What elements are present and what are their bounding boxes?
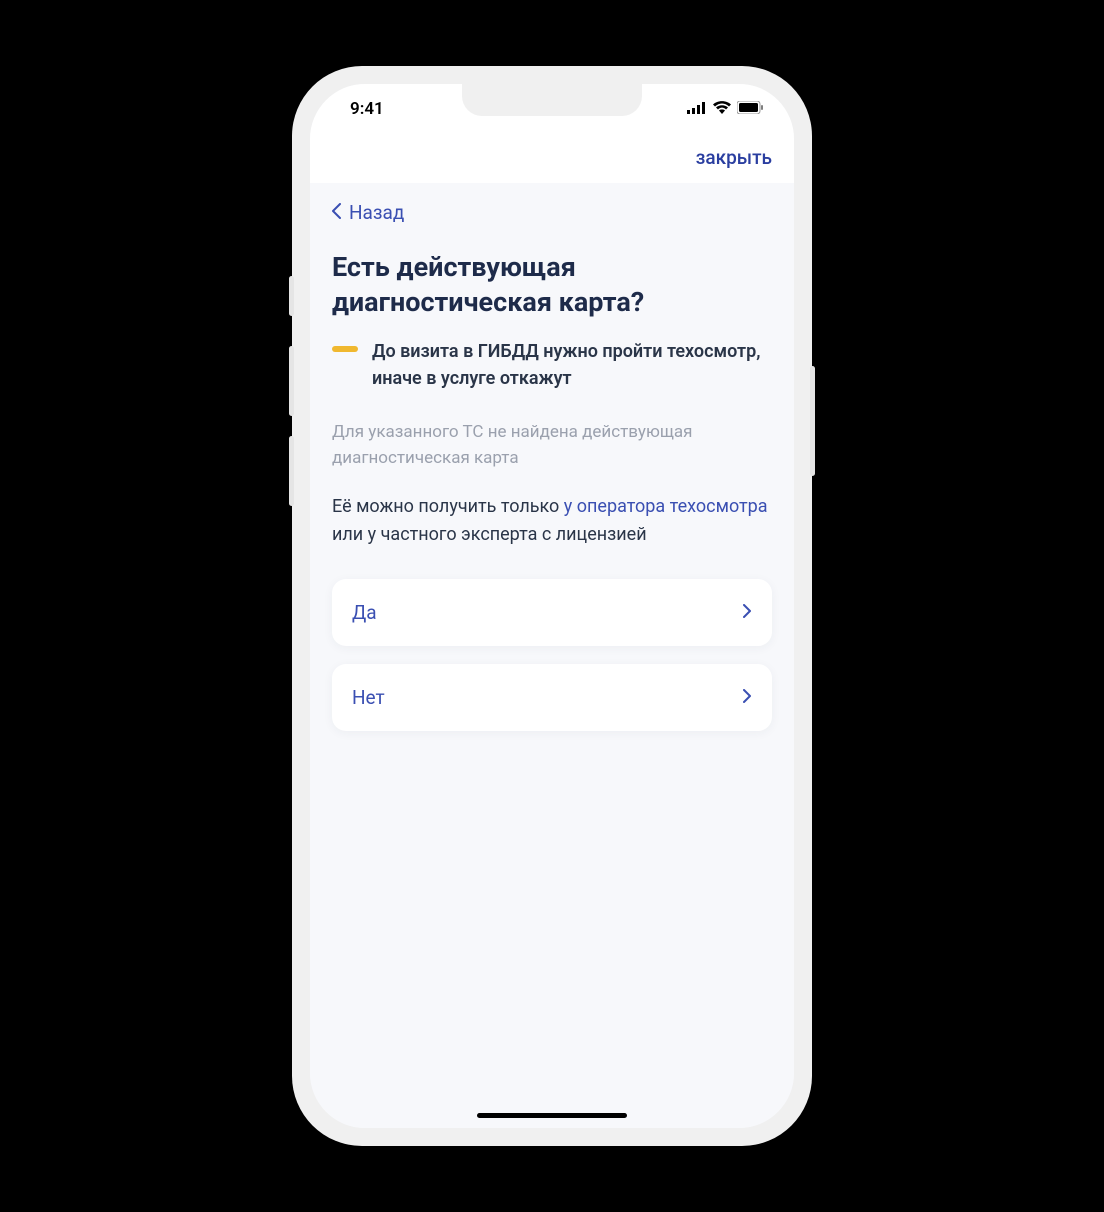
phone-frame: 9:41 закрыть Назад <box>292 66 812 1146</box>
info-text: Её можно получить только у оператора тех… <box>332 493 772 549</box>
status-icons <box>687 99 764 119</box>
notch <box>462 84 642 116</box>
volume-down-button <box>289 436 294 506</box>
battery-icon <box>737 99 764 119</box>
info-prefix: Её можно получить только <box>332 496 564 517</box>
page-title: Есть действующая диагностическая карта? <box>332 250 772 320</box>
close-button[interactable]: закрыть <box>696 146 772 169</box>
home-indicator[interactable] <box>477 1113 627 1118</box>
back-button[interactable]: Назад <box>332 201 404 224</box>
power-button <box>810 366 815 476</box>
screen: 9:41 закрыть Назад <box>310 84 794 1128</box>
chevron-right-icon <box>743 688 752 707</box>
chevron-right-icon <box>743 603 752 622</box>
content-area: Назад Есть действующая диагностическая к… <box>310 183 794 1128</box>
info-suffix: или у частного эксперта с лицензией <box>332 524 647 545</box>
side-button <box>289 276 294 316</box>
back-label: Назад <box>349 201 404 224</box>
status-message: Для указанного ТС не найдена действующая… <box>332 420 772 471</box>
option-no-label: Нет <box>352 686 385 709</box>
operator-link[interactable]: у оператора техосмотра <box>564 496 768 517</box>
warning-text: До визита в ГИБДД нужно пройти техосмотр… <box>372 338 772 392</box>
warning-block: До визита в ГИБДД нужно пройти техосмотр… <box>332 338 772 392</box>
option-yes[interactable]: Да <box>332 579 772 646</box>
status-time: 9:41 <box>340 99 384 119</box>
chevron-left-icon <box>332 201 341 224</box>
option-no[interactable]: Нет <box>332 664 772 731</box>
top-bar: закрыть <box>310 134 794 183</box>
warning-accent-icon <box>332 346 358 352</box>
signal-icon <box>687 99 707 119</box>
option-yes-label: Да <box>352 601 377 624</box>
wifi-icon <box>713 99 731 119</box>
volume-up-button <box>289 346 294 416</box>
